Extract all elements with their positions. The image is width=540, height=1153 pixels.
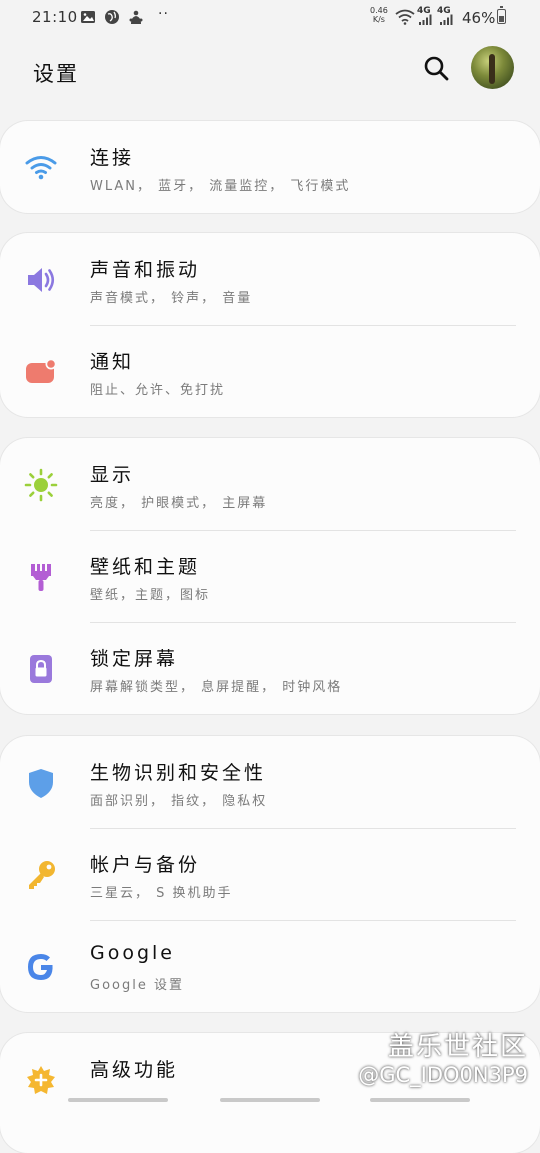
battery-icon [497, 6, 506, 24]
settings-item-label: 声音和振动 [90, 259, 201, 281]
watermark-brand: 盖乐世社区 [387, 1032, 528, 1062]
settings-group-connections: 连接 WLAN， 蓝牙， 流量监控， 飞行模式 [0, 121, 540, 213]
nav-hint-center [220, 1098, 320, 1102]
settings-item-wallpapers-themes[interactable]: 壁纸和主题 壁纸，主题，图标 [0, 530, 540, 622]
settings-item-subtitle: 阻止、允许、免打扰 [90, 383, 226, 398]
paint-brush-icon [31, 564, 51, 591]
wifi-icon [25, 156, 57, 180]
settings-item-label: 显示 [90, 464, 135, 486]
wifi-status-icon [395, 9, 415, 25]
volume-icon [28, 268, 55, 292]
signal-1-icon [419, 14, 432, 25]
settings-group-security-accounts: 生物识别和安全性 面部识别， 指纹， 隐私权 帐户与备份 三星云， S 换机助手… [0, 736, 540, 1012]
settings-item-subtitle: 面部识别， 指纹， 隐私权 [90, 794, 268, 809]
brightness-icon [24, 468, 58, 502]
status-time: 21:10 [32, 8, 78, 26]
settings-item-sound[interactable]: 声音和振动 声音模式， 铃声， 音量 [0, 233, 540, 325]
status-bar: 21:10 ·· 0.46 K/s 4G 4G 46% [0, 0, 540, 36]
settings-item-subtitle: 三星云， S 换机助手 [90, 886, 233, 901]
app-notification-icon [129, 10, 143, 24]
settings-item-display[interactable]: 显示 亮度， 护眼模式， 主屏幕 [0, 438, 540, 530]
settings-item-label: 高级功能 [90, 1059, 179, 1081]
advanced-features-icon [27, 1066, 55, 1094]
header: 设置 [0, 36, 540, 106]
settings-item-notifications[interactable]: 通知 阻止、允许、免打扰 [0, 325, 540, 417]
settings-item-connections[interactable]: 连接 WLAN， 蓝牙， 流量监控， 飞行模式 [0, 121, 540, 213]
key-icon [29, 861, 55, 889]
signal-2-icon [440, 14, 453, 25]
settings-item-subtitle: WLAN， 蓝牙， 流量监控， 飞行模式 [90, 179, 351, 194]
network-speed: 0.46 K/s [370, 6, 388, 24]
settings-group-display: 显示 亮度， 护眼模式， 主屏幕 壁纸和主题 壁纸，主题，图标 锁定屏幕 屏幕解… [0, 438, 540, 714]
more-notifications-icon: ·· [158, 6, 169, 22]
settings-item-subtitle: 屏幕解锁类型， 息屏提醒， 时钟风格 [90, 680, 343, 695]
settings-item-label: 通知 [90, 351, 135, 373]
settings-item-label: 壁纸和主题 [90, 556, 201, 578]
settings-group-sound-notifications: 声音和振动 声音模式， 铃声， 音量 通知 阻止、允许、免打扰 [0, 233, 540, 417]
settings-item-subtitle: 壁纸，主题，图标 [90, 588, 211, 603]
settings-item-lock-screen[interactable]: 锁定屏幕 屏幕解锁类型， 息屏提醒， 时钟风格 [0, 622, 540, 714]
settings-item-subtitle: 声音模式， 铃声， 音量 [90, 291, 253, 306]
globe-notification-icon [105, 10, 119, 24]
network-speed-unit: K/s [372, 15, 385, 24]
google-icon [28, 954, 53, 980]
avatar[interactable] [471, 46, 514, 89]
nav-hint-right [370, 1098, 470, 1102]
settings-item-label: 锁定屏幕 [90, 648, 179, 670]
nav-hint-left [68, 1098, 168, 1102]
page-title: 设置 [33, 62, 79, 86]
settings-item-label: 帐户与备份 [90, 854, 201, 876]
settings-item-google[interactable]: Google Google 设置 [0, 920, 540, 1012]
settings-item-label: 连接 [90, 147, 135, 169]
shield-icon [29, 769, 53, 798]
notification-icon [26, 358, 57, 383]
watermark-handle: @GC_IDO0N3P9 [358, 1063, 528, 1087]
search-icon[interactable] [423, 55, 449, 81]
network-speed-value: 0.46 [370, 6, 388, 15]
battery-percent: 46% [462, 9, 496, 27]
lock-icon [30, 655, 52, 683]
settings-item-biometrics-security[interactable]: 生物识别和安全性 面部识别， 指纹， 隐私权 [0, 736, 540, 828]
settings-item-label: 生物识别和安全性 [90, 762, 267, 784]
settings-item-label: Google [90, 942, 176, 964]
settings-item-subtitle: 亮度， 护眼模式， 主屏幕 [90, 496, 268, 511]
settings-item-accounts-backup[interactable]: 帐户与备份 三星云， S 换机助手 [0, 828, 540, 920]
settings-item-subtitle: Google 设置 [90, 978, 184, 993]
gallery-notification-icon [81, 11, 95, 23]
